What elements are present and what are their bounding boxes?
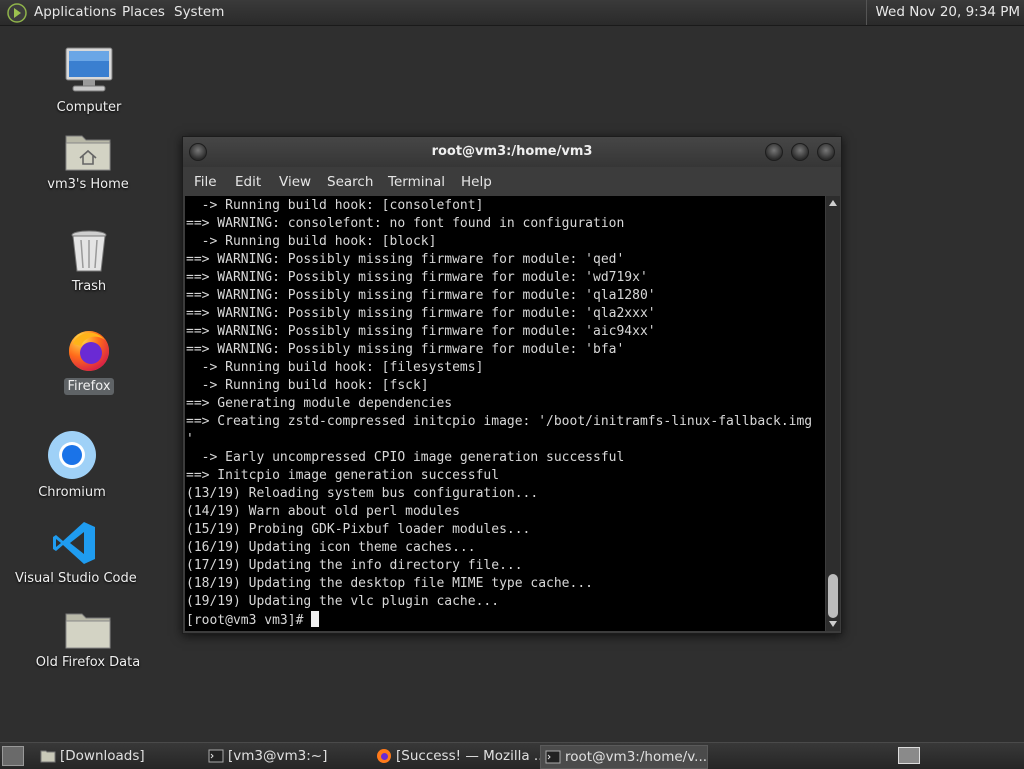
taskbar-item-downloads[interactable]: [Downloads]	[36, 745, 222, 767]
desktop-icon-old-firefox-data[interactable]: Old Firefox Data	[28, 608, 148, 671]
terminal-line: -> Early uncompressed CPIO image generat…	[201, 450, 625, 465]
desktop-icon-vscode[interactable]: Visual Studio Code	[12, 520, 137, 587]
terminal-line: -> Running build hook: [filesystems]	[201, 360, 484, 375]
show-desktop-button[interactable]	[2, 746, 24, 766]
terminal-icon	[545, 750, 561, 764]
computer-icon	[65, 47, 113, 92]
menu-help[interactable]: Help	[461, 168, 492, 196]
bottom-taskbar: [Downloads] [vm3@vm3:~] [Success! — Mozi…	[0, 742, 1024, 769]
scrollbar-thumb[interactable]	[828, 574, 838, 618]
window-menu-button[interactable]	[189, 143, 207, 161]
terminal-text: -> Running build hook: [consolefont] ==>…	[185, 196, 825, 630]
terminal-line: ==> Generating module dependencies	[186, 396, 453, 411]
desktop-icon-label: vm3's Home	[47, 177, 129, 192]
terminal-icon	[208, 749, 224, 763]
terminal-line: ==> WARNING: Possibly missing firmware f…	[186, 324, 656, 339]
terminal-line: (14/19) Warn about old perl modules	[186, 504, 460, 519]
scroll-up-arrow-icon[interactable]	[829, 200, 837, 206]
firefox-icon	[377, 749, 391, 763]
terminal-line: (16/19) Updating icon theme caches...	[186, 540, 476, 555]
terminal-window[interactable]: root@vm3:/home/vm3 File Edit View Search…	[182, 136, 842, 634]
desktop-icon-label: Old Firefox Data	[35, 655, 141, 670]
taskbar-item-label: [Downloads]	[60, 748, 145, 764]
close-button[interactable]	[817, 143, 835, 161]
trash-icon	[71, 230, 107, 272]
terminal-line: (13/19) Reloading system bus configurati…	[186, 486, 539, 501]
desktop-icon-firefox[interactable]: Firefox	[50, 326, 128, 395]
system-menu[interactable]: System	[174, 0, 224, 25]
window-title: root@vm3:/home/vm3	[431, 144, 593, 159]
maximize-button[interactable]	[791, 143, 809, 161]
terminal-output[interactable]: -> Running build hook: [consolefont] ==>…	[185, 196, 825, 631]
menu-terminal[interactable]: Terminal	[388, 168, 445, 196]
terminal-scrollbar[interactable]	[826, 196, 840, 631]
taskbar-item-terminal-vm3[interactable]: [vm3@vm3:~]	[204, 745, 388, 767]
terminal-line: ==> WARNING: Possibly missing firmware f…	[186, 306, 656, 321]
menu-view[interactable]: View	[279, 168, 311, 196]
desktop-icon-label: Chromium	[38, 485, 106, 500]
folder-icon	[65, 613, 111, 649]
top-panel: Applications Places System Wed Nov 20, 9…	[0, 0, 1024, 26]
desktop-icon-label: Computer	[56, 100, 122, 115]
terminal-line: ==> WARNING: Possibly missing firmware f…	[186, 270, 648, 285]
taskbar-item-label: [Success! — Mozilla ...	[396, 748, 547, 764]
terminal-line: -> Running build hook: [fsck]	[201, 378, 429, 393]
menu-file[interactable]: File	[194, 168, 217, 196]
taskbar-item-firefox[interactable]: [Success! — Mozilla ...	[372, 745, 558, 767]
desktop-icon-trash[interactable]: Trash	[50, 228, 128, 295]
terminal-line: ==> WARNING: Possibly missing firmware f…	[186, 342, 625, 357]
desktop-icon-computer[interactable]: Computer	[50, 45, 128, 116]
taskbar-item-label: root@vm3:/home/v...	[565, 749, 708, 765]
chromium-icon	[48, 431, 96, 479]
scroll-down-arrow-icon[interactable]	[829, 621, 837, 627]
taskbar-item-terminal-root[interactable]: root@vm3:/home/v...	[540, 745, 708, 769]
terminal-line: ==> WARNING: Possibly missing firmware f…	[186, 288, 656, 303]
home-folder-icon	[65, 135, 111, 171]
terminal-line: -> Running build hook: [consolefont]	[201, 198, 484, 213]
window-titlebar[interactable]: root@vm3:/home/vm3	[183, 137, 841, 167]
terminal-line: (15/19) Probing GDK-Pixbuf loader module…	[186, 522, 531, 537]
terminal-menubar: File Edit View Search Terminal Help	[183, 168, 841, 196]
terminal-line: '	[186, 432, 194, 447]
terminal-line: (17/19) Updating the info directory file…	[186, 558, 523, 573]
shell-prompt: [root@vm3 vm3]#	[186, 613, 312, 628]
applications-menu[interactable]: Applications	[34, 0, 116, 25]
terminal-line: -> Running build hook: [block]	[201, 234, 437, 249]
places-menu[interactable]: Places	[122, 0, 165, 25]
terminal-line: ==> WARNING: Possibly missing firmware f…	[186, 252, 625, 267]
taskbar-item-label: [vm3@vm3:~]	[228, 748, 328, 764]
desktop-icon-label: Visual Studio Code	[15, 571, 137, 586]
desktop-icon-chromium[interactable]: Chromium	[32, 430, 112, 501]
terminal-line: (19/19) Updating the vlc plugin cache...	[186, 594, 500, 609]
terminal-line: ==> Creating zstd-compressed initcpio im…	[186, 414, 813, 429]
text-cursor	[311, 611, 320, 627]
menu-edit[interactable]: Edit	[235, 168, 261, 196]
workspace-switcher[interactable]	[898, 747, 920, 764]
folder-icon	[40, 750, 56, 763]
desktop-icon-label: Firefox	[64, 378, 114, 395]
desktop-icon-label: Trash	[71, 279, 107, 294]
os-logo-icon[interactable]	[7, 3, 27, 23]
minimize-button[interactable]	[765, 143, 783, 161]
terminal-line: (18/19) Updating the desktop file MIME t…	[186, 576, 593, 591]
terminal-line: ==> Initcpio image generation successful	[186, 468, 500, 483]
terminal-line: ==> WARNING: consolefont: no font found …	[186, 216, 625, 231]
clock[interactable]: Wed Nov 20, 9:34 PM	[866, 0, 1020, 25]
vscode-icon	[53, 522, 95, 564]
desktop-icon-home[interactable]: vm3's Home	[40, 128, 136, 193]
firefox-icon	[69, 331, 109, 371]
menu-search[interactable]: Search	[327, 168, 373, 196]
